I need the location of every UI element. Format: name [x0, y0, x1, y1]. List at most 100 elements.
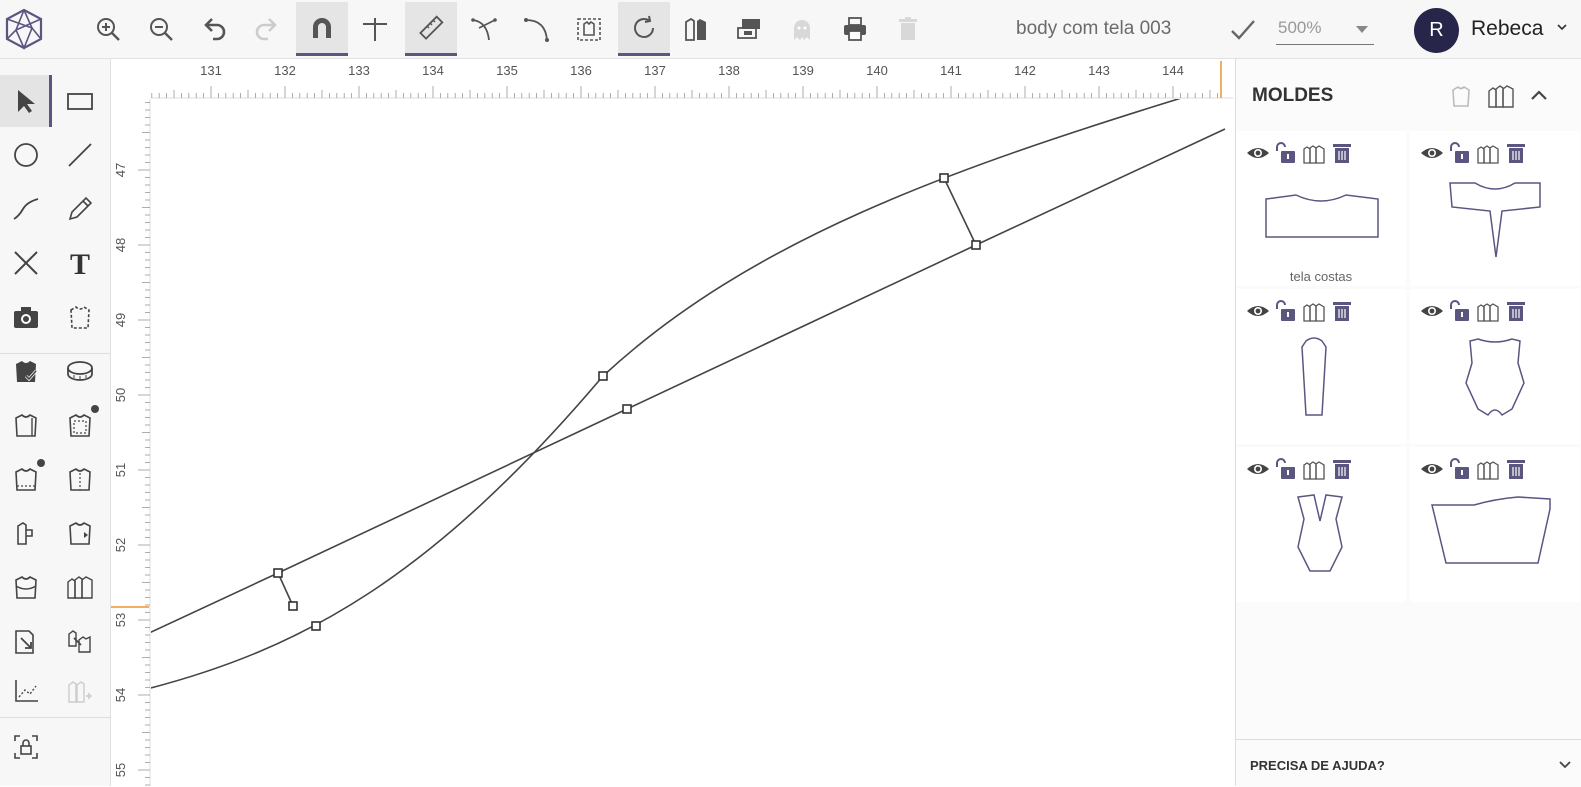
cross-tool[interactable]: [0, 237, 52, 289]
pattern-card[interactable]: [1410, 289, 1580, 444]
check-icon[interactable]: [1228, 16, 1258, 44]
delete-button[interactable]: [882, 2, 934, 56]
multiple-pieces-icon[interactable]: [1476, 141, 1500, 165]
control-point[interactable]: [598, 371, 608, 381]
select-tool[interactable]: [0, 75, 52, 127]
shirt-center-tool[interactable]: [54, 453, 106, 505]
redo-button[interactable]: [241, 2, 293, 56]
cross-guide-button[interactable]: [349, 2, 401, 56]
ruler-label: 53: [113, 613, 128, 627]
magnet-snap-button[interactable]: [296, 2, 348, 56]
user-menu-chevron-icon[interactable]: [1557, 22, 1567, 32]
vertical-ruler[interactable]: 47 48 49 50 51 52 53 54 55: [111, 99, 151, 786]
single-piece-icon[interactable]: [1446, 81, 1476, 111]
pattern-line-lower[interactable]: [151, 128, 1226, 634]
multiple-pieces-icon[interactable]: [1302, 141, 1326, 165]
curve-tool[interactable]: [0, 183, 52, 235]
rotate-button[interactable]: [618, 2, 670, 56]
unlock-icon[interactable]: [1448, 457, 1472, 481]
pieces-add-tool[interactable]: [54, 665, 106, 717]
shirt-front-tool[interactable]: [0, 399, 52, 451]
multiple-pieces-icon[interactable]: [1476, 457, 1500, 481]
pattern-curve-upper[interactable]: [151, 99, 1191, 689]
pencil-tool[interactable]: [54, 183, 106, 235]
eye-icon[interactable]: [1246, 141, 1270, 165]
trash-icon[interactable]: [1504, 457, 1528, 481]
app-logo-icon[interactable]: [4, 8, 44, 50]
text-tool[interactable]: T: [54, 237, 106, 289]
rectangle-tool[interactable]: [54, 75, 106, 127]
camera-tool[interactable]: [0, 291, 52, 343]
import-piece-tool[interactable]: [54, 615, 106, 667]
undo-button[interactable]: [188, 2, 240, 56]
export-piece-tool[interactable]: [0, 615, 52, 667]
control-point[interactable]: [971, 240, 981, 250]
ruler-label: 52: [113, 538, 128, 552]
pattern-card[interactable]: [1410, 131, 1580, 286]
body-piece-tool[interactable]: [0, 561, 52, 613]
trash-icon[interactable]: [1504, 299, 1528, 323]
horizontal-ruler[interactable]: 131 132 133 134 135 136 137 138 139 140 141 142 143 1…: [111, 59, 1233, 99]
multiple-pieces-tool[interactable]: [54, 561, 106, 613]
line-tool[interactable]: [54, 129, 106, 181]
avatar[interactable]: R: [1414, 8, 1459, 53]
pattern-card[interactable]: [1236, 289, 1406, 444]
pattern-segment[interactable]: [943, 177, 977, 246]
ghost-button[interactable]: [776, 2, 828, 56]
graph-tool[interactable]: [0, 665, 52, 717]
shirt-sleeve-tool[interactable]: [54, 507, 106, 559]
shirt-back-icon: [69, 414, 91, 437]
control-point[interactable]: [311, 621, 321, 631]
trash-icon[interactable]: [1330, 299, 1354, 323]
pattern-thumbnail: [1265, 194, 1379, 238]
zoom-select[interactable]: 500%: [1276, 14, 1374, 45]
unlock-icon[interactable]: [1274, 141, 1298, 165]
unlock-icon[interactable]: [1448, 299, 1472, 323]
fabric-layout-button[interactable]: [723, 2, 775, 56]
garment-check-tool[interactable]: [0, 345, 52, 397]
curve-corner-button[interactable]: [511, 2, 563, 56]
eye-icon[interactable]: [1246, 299, 1270, 323]
trash-icon[interactable]: [1330, 457, 1354, 481]
pattern-card[interactable]: [1410, 447, 1580, 602]
control-point[interactable]: [622, 404, 632, 414]
measuring-tape-tool[interactable]: [54, 345, 106, 397]
pattern-pieces-button[interactable]: [670, 2, 722, 56]
lock-frame-tool[interactable]: [0, 721, 52, 773]
unlock-icon[interactable]: [1274, 457, 1298, 481]
print-button[interactable]: [829, 2, 881, 56]
multiple-pieces-icon[interactable]: [1302, 457, 1326, 481]
zoom-in-button[interactable]: [82, 2, 134, 56]
circle-tool[interactable]: [0, 129, 52, 181]
shirt-pocket-tool[interactable]: [0, 507, 52, 559]
pattern-card[interactable]: [1236, 447, 1406, 602]
garment-edit-tool[interactable]: [54, 291, 106, 343]
drawing-canvas[interactable]: [151, 99, 1233, 786]
eye-icon[interactable]: [1246, 457, 1270, 481]
eye-icon[interactable]: [1420, 141, 1444, 165]
chevron-down-icon: [1356, 26, 1368, 33]
control-point[interactable]: [288, 601, 298, 611]
chevron-down-icon[interactable]: [1558, 758, 1572, 772]
curve-split-button[interactable]: [458, 2, 510, 56]
multiple-pieces-icon[interactable]: [1486, 81, 1516, 111]
collapse-chevron-icon[interactable]: [1524, 81, 1554, 111]
control-point[interactable]: [273, 568, 283, 578]
control-point[interactable]: [939, 173, 949, 183]
pattern-segment[interactable]: [277, 572, 294, 607]
multiple-pieces-icon[interactable]: [1302, 299, 1326, 323]
help-section[interactable]: PRECISA DE AJUDA?: [1236, 739, 1581, 787]
multiple-pieces-icon[interactable]: [1476, 299, 1500, 323]
document-title[interactable]: body com tela 003: [1016, 18, 1171, 40]
trash-icon[interactable]: [1504, 141, 1528, 165]
zoom-out-button[interactable]: [135, 2, 187, 56]
pattern-card[interactable]: tela costas: [1236, 131, 1406, 286]
eye-icon[interactable]: [1420, 457, 1444, 481]
select-bounds-button[interactable]: [563, 2, 615, 56]
user-name[interactable]: Rebeca: [1471, 17, 1543, 41]
eye-icon[interactable]: [1420, 299, 1444, 323]
unlock-icon[interactable]: [1274, 299, 1298, 323]
unlock-icon[interactable]: [1448, 141, 1472, 165]
ruler-button[interactable]: [405, 2, 457, 56]
trash-icon[interactable]: [1330, 141, 1354, 165]
